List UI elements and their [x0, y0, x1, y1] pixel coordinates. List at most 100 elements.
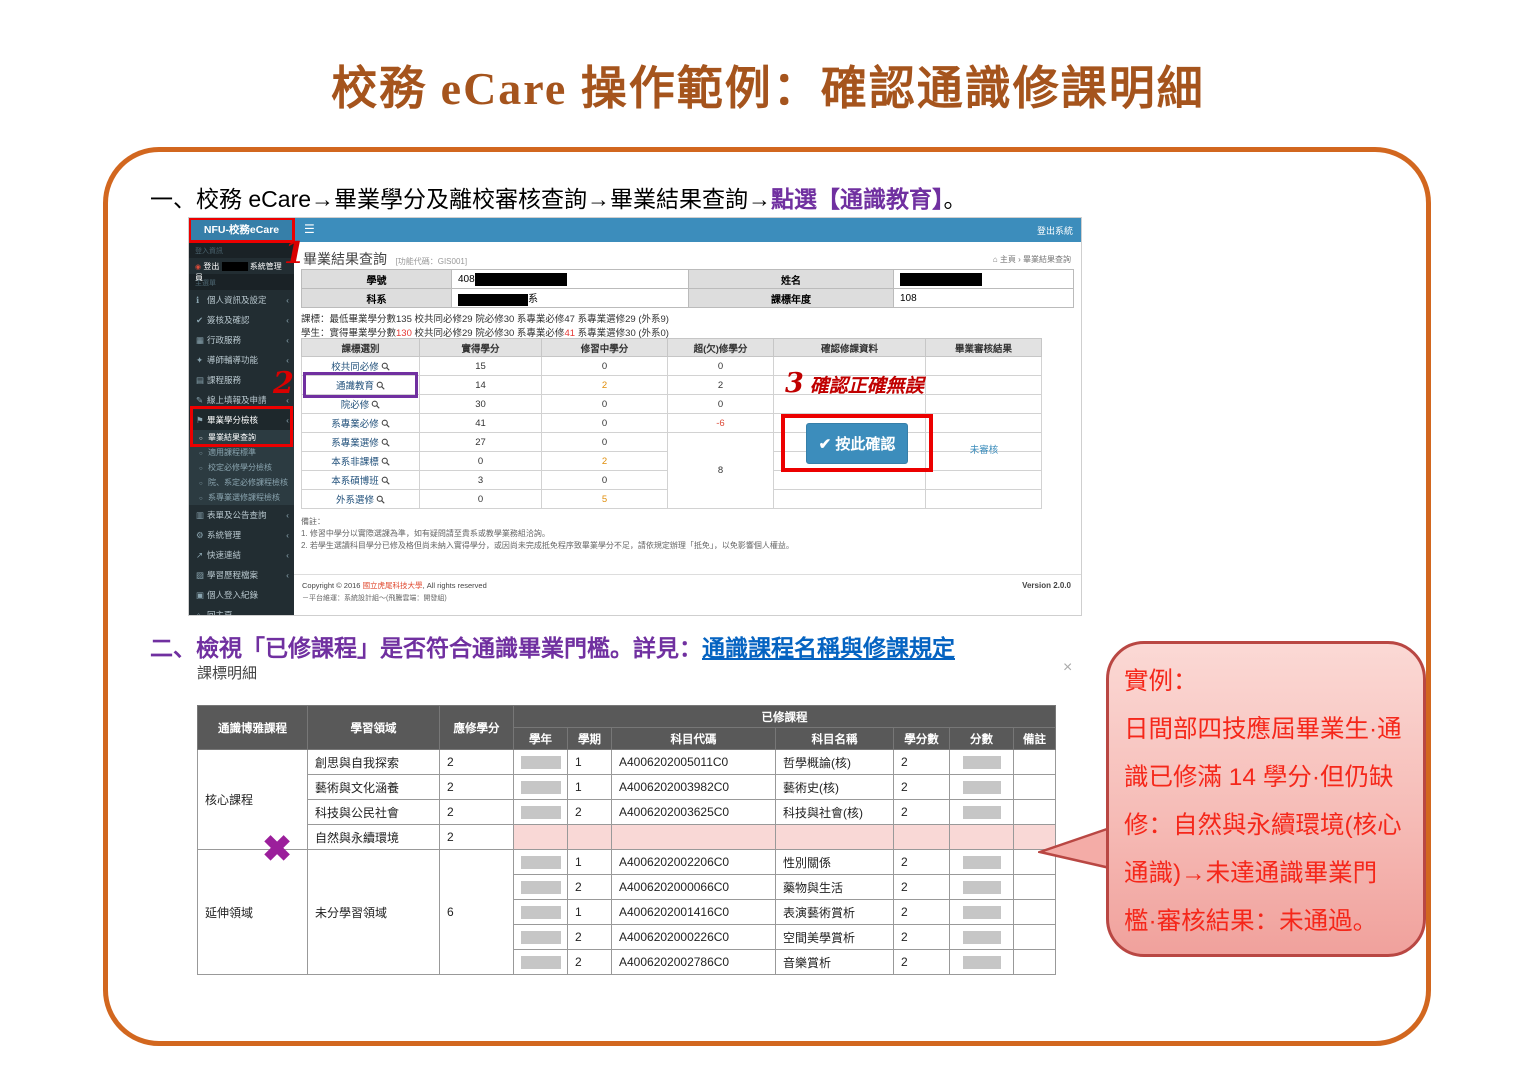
version-label: Version 2.0.0: [1022, 581, 1071, 590]
regulation-link[interactable]: 通識課程名稱與修課規定: [702, 635, 955, 661]
step2-instruction: 二、檢視「已修課程」是否符合通識畢業門檻。詳見：通識課程名稱與修課規定: [150, 629, 955, 663]
school-link[interactable]: 國立虎尾科技大學: [363, 581, 423, 590]
sidebar-item-login-history[interactable]: ▣個人登入紀錄: [189, 585, 294, 605]
semester-cell: 1: [568, 850, 612, 875]
remark-cell: [1014, 750, 1056, 775]
platform-line: －平台維運：系統設計組～(飛騰雲端：開發組): [302, 593, 1071, 603]
course-name-cell: 空間美學賞析: [776, 925, 894, 950]
table-row: 核心課程 創思與自我探索 2 1 A4006202005011C0 哲學概論(核…: [198, 750, 1056, 775]
semester-cell: 2: [568, 950, 612, 975]
course-code-cell: A4006202003625C0: [612, 800, 776, 825]
cell: [926, 357, 1042, 376]
semester-cell: 2: [568, 800, 612, 825]
redacted-score: [963, 881, 1001, 894]
breadcrumb-home[interactable]: 主頁: [1000, 255, 1016, 264]
sidebar-menu: ℹ個人資訊及設定‹ ✔簽核及確認‹ ▦行政服務‹ ✦導師輔導功能‹ ▤課程服務‹…: [189, 290, 294, 616]
column-header: 修習中學分: [542, 339, 668, 357]
redacted-score: [963, 956, 1001, 969]
logout-label[interactable]: 登出: [203, 262, 219, 271]
cell: 2: [542, 452, 668, 471]
category-link[interactable]: 系專業必修: [302, 414, 420, 433]
step1-suffix: 。: [944, 186, 967, 212]
sidebar-item-quick-links[interactable]: ↗快速連結‹: [189, 545, 294, 565]
sidebar-subitem-college-required[interactable]: ○院、系定必修課程檢核: [189, 475, 294, 490]
dept-label: 科系: [302, 289, 452, 308]
magnifier-icon: [376, 495, 385, 504]
topbar: ☰ 登出系統: [294, 218, 1082, 242]
sidebar-subitem-curriculum-standard[interactable]: ○適用課程標準: [189, 445, 294, 460]
cell: [926, 414, 1042, 433]
ecare-screenshot: NFU-校務eCare 登入資訊 ◉ 登出 系統管理員 主選單 ℹ個人資訊及設定…: [188, 217, 1082, 616]
course-code-cell: A4006202002206C0: [612, 850, 776, 875]
category-link[interactable]: 本系碩博班: [302, 471, 420, 490]
sidebar-item-admin-service[interactable]: ▦行政服務‹: [189, 330, 294, 350]
redacted-year: [521, 806, 561, 819]
column-header: 科目代碼: [612, 728, 776, 750]
column-header: 課標選別: [302, 339, 420, 357]
close-icon[interactable]: ×: [1063, 659, 1072, 677]
credits-cell: 2: [894, 925, 950, 950]
semester-cell: 1: [568, 775, 612, 800]
course-code-cell: A4006202005011C0: [612, 750, 776, 775]
remark-cell: [1014, 925, 1056, 950]
bubble-tail: [1038, 820, 1112, 878]
logout-system-button[interactable]: 登出系統: [1037, 224, 1073, 237]
redacted-year: [521, 781, 561, 794]
sidebar-item-personal-info[interactable]: ℹ個人資訊及設定‹: [189, 290, 294, 310]
redacted-score: [963, 756, 1001, 769]
redacted-score: [963, 931, 1001, 944]
sidebar-subitem-school-required[interactable]: ○校定必修學分檢核: [189, 460, 294, 475]
chevron-left-icon: ‹: [286, 290, 289, 310]
category-link[interactable]: 系專業選修: [302, 433, 420, 452]
sidebar-item-label: 系統管理: [207, 530, 241, 540]
year-cell: [514, 750, 568, 775]
redacted-year: [521, 756, 561, 769]
column-header: 學期: [568, 728, 612, 750]
hamburger-menu-icon[interactable]: ☰: [304, 222, 315, 236]
name-label: 姓名: [689, 270, 894, 289]
confirm-button[interactable]: ✔ 按此確認: [806, 423, 909, 464]
sidebar-subitem-dept-elective[interactable]: ○系專業選修課程檢核: [189, 490, 294, 505]
area-cell: 自然與永續環境: [308, 825, 440, 850]
redacted-score: [963, 781, 1001, 794]
sidebar-item-sign-confirm[interactable]: ✔簽核及確認‹: [189, 310, 294, 330]
cell: [926, 376, 1042, 395]
sidebar-item-label: 院、系定必修課程檢核: [208, 478, 288, 487]
status-dot-icon: ◉: [195, 264, 201, 271]
chevron-left-icon: ‹: [286, 330, 289, 350]
redacted-score: [963, 906, 1001, 919]
sidebar-item-forms[interactable]: ▥表單及公告查詢‹: [189, 505, 294, 525]
example-callout: 實例： 日間部四技應屆畢業生·通 識已修滿 14 學分·但仍缺 修：自然與永續環…: [1106, 641, 1426, 957]
semester-cell: 2: [568, 875, 612, 900]
redacted-year: [521, 881, 561, 894]
category-link[interactable]: 本系非課標: [302, 452, 420, 471]
table-row-missing-area: 自然與永續環境 2: [198, 825, 1056, 850]
cell: 0: [542, 471, 668, 490]
sidebar-item-system-admin[interactable]: ⚙系統管理‹: [189, 525, 294, 545]
sidebar-item-home[interactable]: ⌂回主頁: [189, 605, 294, 616]
cell: 0: [542, 395, 668, 414]
logout-row[interactable]: ◉ 登出 系統管理員: [189, 258, 294, 274]
chevron-left-icon: ‹: [286, 565, 289, 585]
empty-missing-cell: [776, 825, 894, 850]
audit-status: 未審核: [927, 442, 1041, 456]
year-cell: [514, 875, 568, 900]
remark-cell: [1014, 950, 1056, 975]
info-icon: ℹ: [196, 290, 207, 310]
course-name-cell: 性別關係: [776, 850, 894, 875]
login-section-label: 登入資訊: [189, 242, 294, 258]
table-row: 藝術與文化涵養 2 1 A4006202003982C0 藝術史(核) 2: [198, 775, 1056, 800]
required-credits-cell: 2: [440, 800, 514, 825]
annotation-purple-box-general-education: [303, 372, 418, 398]
cell: 0: [668, 357, 774, 376]
sidebar-item-portfolio[interactable]: ▨學習歷程檔案‹: [189, 565, 294, 585]
course-code-cell: A4006202000066C0: [612, 875, 776, 900]
log-icon: ▣: [196, 585, 207, 605]
credits-cell: 2: [894, 950, 950, 975]
category-link[interactable]: 外系選修: [302, 490, 420, 509]
sidebar-item-label: 行政服務: [207, 335, 241, 345]
column-header: 學年: [514, 728, 568, 750]
score-cell: [950, 925, 1014, 950]
year-cell: [514, 950, 568, 975]
course-code-cell: A4006202000226C0: [612, 925, 776, 950]
